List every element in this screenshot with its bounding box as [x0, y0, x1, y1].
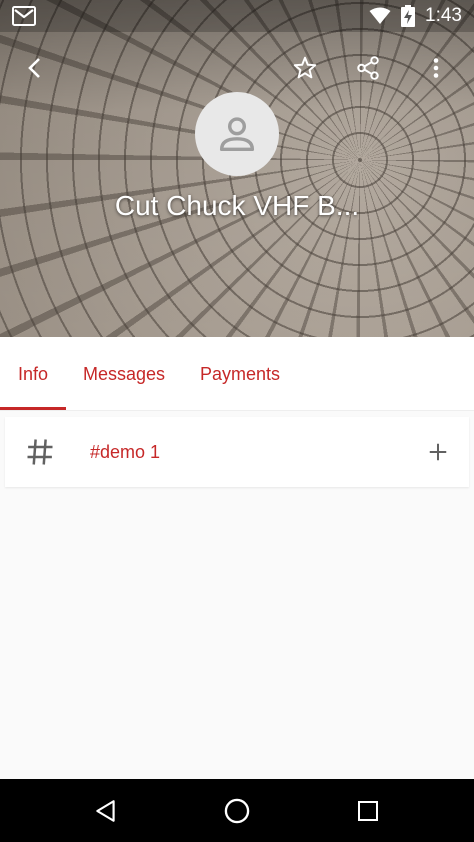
recents-square-icon	[358, 801, 378, 821]
more-vert-icon	[433, 58, 439, 78]
person-icon	[219, 117, 255, 152]
star-icon	[293, 56, 317, 79]
nav-recents-button[interactable]	[348, 791, 388, 831]
contact-name: Cut Chuck VHF B...	[114, 190, 360, 221]
back-button[interactable]	[16, 48, 56, 88]
avatar	[195, 92, 279, 176]
back-triangle-icon	[96, 800, 115, 822]
status-time: 1:43	[425, 5, 462, 26]
status-bar: 1:43	[0, 0, 474, 32]
add-button[interactable]	[423, 437, 453, 467]
profile-header: 1:43 Cut Chuck VHF B...	[0, 0, 474, 337]
gmail-icon	[12, 6, 36, 26]
back-icon	[28, 58, 40, 78]
tab-indicator	[0, 407, 66, 410]
tab-label: Info	[17, 363, 49, 384]
wifi-icon	[369, 7, 391, 24]
channel-name: #demo 1	[90, 441, 161, 462]
tab-payments[interactable]: Payments	[186, 337, 294, 411]
tab-label: Messages	[82, 363, 166, 384]
hash-icon	[27, 439, 53, 465]
home-circle-icon	[224, 798, 250, 824]
favorite-button[interactable]	[285, 48, 325, 88]
battery-charging-icon	[401, 5, 416, 27]
nav-home-button[interactable]	[217, 791, 257, 831]
share-button[interactable]	[348, 48, 388, 88]
more-options-button[interactable]	[416, 48, 456, 88]
status-bar-right: 1:43	[369, 0, 474, 32]
share-icon	[357, 56, 379, 80]
list-item[interactable]: #demo 1	[5, 417, 469, 487]
tab-messages[interactable]: Messages	[70, 337, 178, 411]
navigation-bar	[0, 779, 474, 842]
tab-label: Payments	[199, 363, 281, 384]
tab-bar: Info Messages Payments	[0, 337, 474, 411]
info-content: #demo 1	[0, 411, 474, 779]
nav-back-button[interactable]	[86, 791, 126, 831]
tab-info[interactable]: Info	[0, 337, 66, 411]
add-icon	[429, 443, 447, 461]
